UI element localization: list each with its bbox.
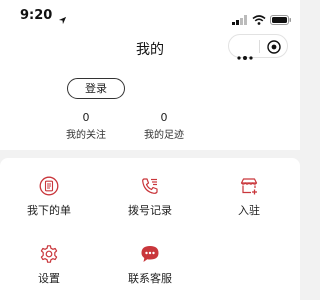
phone-call-icon bbox=[140, 176, 160, 196]
menu-item-call-records[interactable]: 拨号记录 bbox=[115, 176, 185, 232]
wifi-icon bbox=[252, 10, 266, 29]
signal-icon bbox=[232, 10, 248, 29]
menu-item-label: 联系客服 bbox=[128, 272, 172, 285]
menu-item-settings[interactable]: 设置 bbox=[14, 244, 84, 300]
gear-icon bbox=[39, 244, 59, 264]
stat-footprint[interactable]: 0 我的足迹 bbox=[134, 111, 194, 141]
location-arrow-icon bbox=[58, 10, 67, 29]
capsule-divider bbox=[259, 40, 260, 53]
chat-bubble-icon bbox=[140, 244, 160, 264]
stat-footprint-count: 0 bbox=[160, 111, 168, 124]
stat-following-count: 0 bbox=[82, 111, 90, 124]
menu-item-contact-service[interactable]: 联系客服 bbox=[115, 244, 185, 300]
stat-following[interactable]: 0 我的关注 bbox=[56, 111, 116, 141]
login-button[interactable]: 登录 bbox=[67, 78, 125, 99]
more-dots-icon[interactable] bbox=[237, 45, 253, 64]
menu-item-label: 入驻 bbox=[238, 204, 260, 217]
menu-item-label: 我下的单 bbox=[27, 204, 71, 217]
menu-item-my-orders[interactable]: 我下的单 bbox=[14, 176, 84, 232]
menu-item-label: 设置 bbox=[38, 272, 60, 285]
order-list-icon bbox=[39, 176, 59, 196]
stat-footprint-label: 我的足迹 bbox=[144, 130, 184, 141]
menu-item-label: 拨号记录 bbox=[128, 204, 172, 217]
mini-program-capsule bbox=[228, 34, 288, 60]
status-bar: 9:20 bbox=[0, 0, 300, 30]
status-time: 9:20 bbox=[20, 8, 53, 23]
shop-add-icon bbox=[239, 176, 259, 196]
nav-bar: 我的 bbox=[0, 30, 300, 64]
profile-card: 登录 0 我的关注 0 我的足迹 bbox=[0, 64, 300, 150]
menu-card: 我下的单 拨号记录 入驻 设置 联系客服 bbox=[0, 158, 300, 300]
close-target-icon[interactable] bbox=[267, 39, 281, 58]
battery-icon bbox=[270, 10, 292, 29]
menu-item-join[interactable]: 入驻 bbox=[214, 176, 284, 232]
stat-following-label: 我的关注 bbox=[66, 130, 106, 141]
